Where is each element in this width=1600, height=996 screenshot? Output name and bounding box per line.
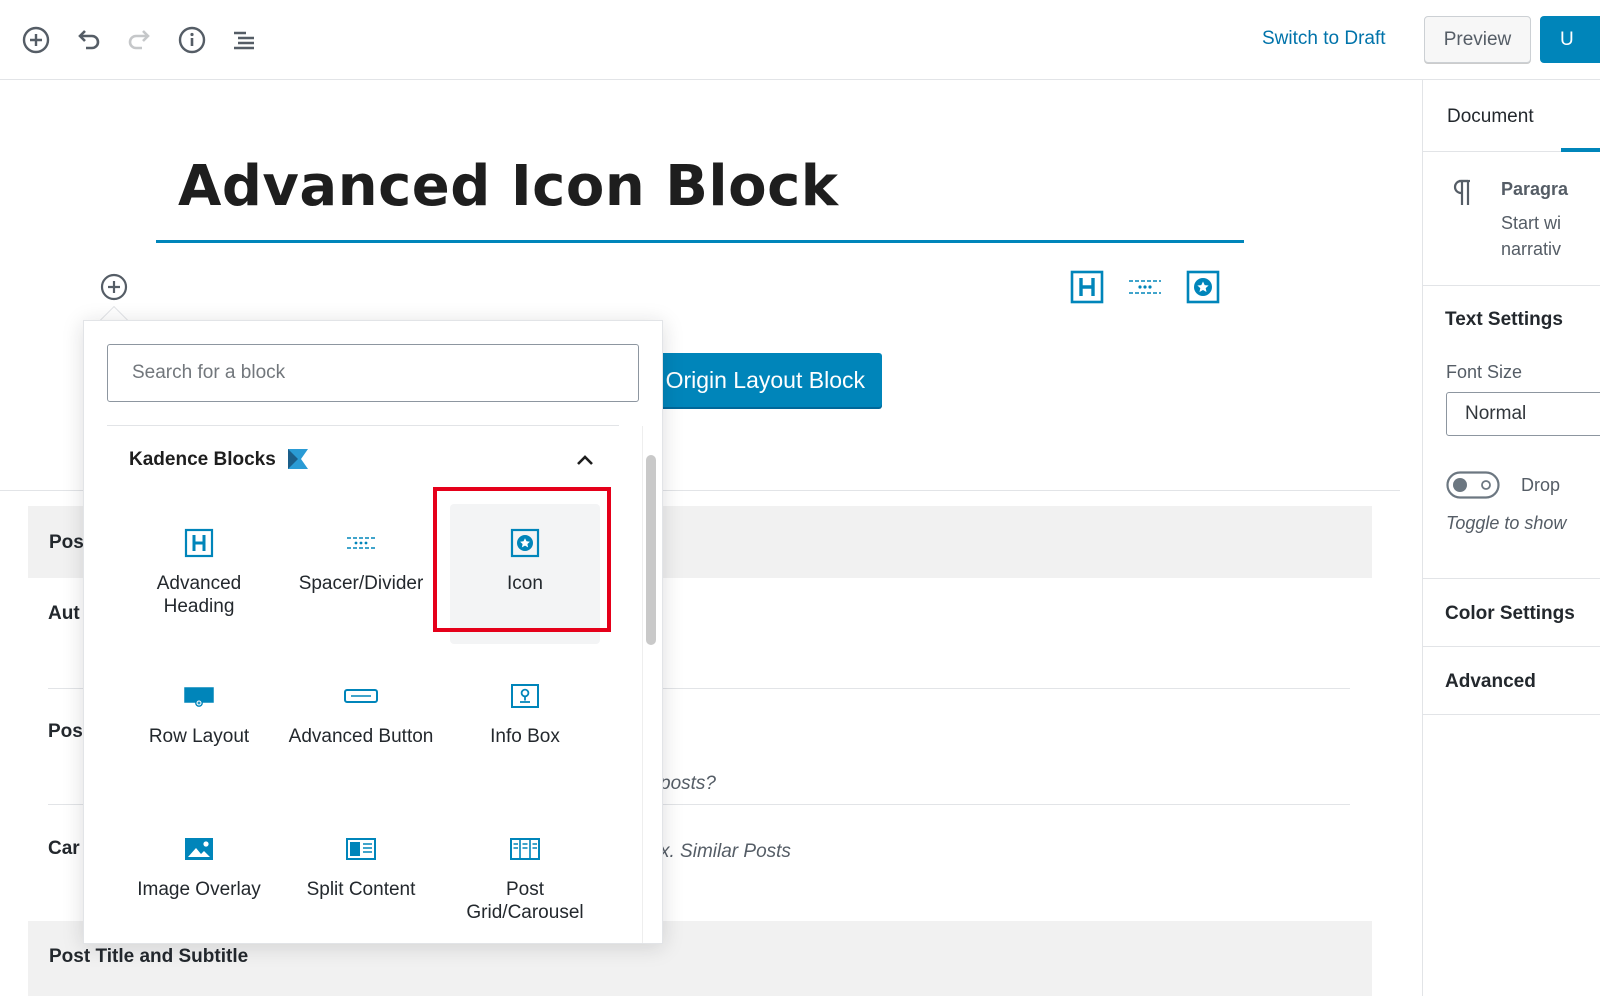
text-settings-panel-title[interactable]: Text Settings bbox=[1445, 309, 1563, 331]
paragraph-icon bbox=[1451, 178, 1477, 208]
split-content-icon bbox=[345, 832, 377, 866]
preview-button[interactable]: Preview bbox=[1424, 16, 1531, 63]
drop-cap-label: Drop bbox=[1521, 475, 1561, 495]
post-title[interactable]: Advanced Icon Block bbox=[178, 154, 839, 219]
drop-cap-toggle[interactable] bbox=[1446, 471, 1500, 499]
info-box-icon bbox=[509, 679, 541, 713]
block-info-box[interactable]: Info Box bbox=[450, 657, 600, 797]
drop-cap-hint: Toggle to show bbox=[1446, 513, 1567, 533]
sidebar-divider bbox=[1423, 646, 1600, 647]
meta-label-car: Car bbox=[48, 838, 80, 859]
block-image-overlay[interactable]: Image Overlay bbox=[124, 810, 274, 943]
block-advanced-button[interactable]: Advanced Button bbox=[286, 657, 436, 797]
block-row-layout[interactable]: Row Layout bbox=[124, 657, 274, 797]
meta-label-post-title-subtitle[interactable]: Post Title and Subtitle bbox=[49, 946, 248, 968]
advanced-panel-title[interactable]: Advanced bbox=[1445, 671, 1536, 693]
redo-icon[interactable] bbox=[122, 22, 158, 58]
inserter-scroll-track bbox=[642, 426, 643, 943]
undo-icon[interactable] bbox=[70, 22, 106, 58]
origin-layout-block-button[interactable]: Origin Layout Block bbox=[640, 353, 882, 407]
block-label: Info Box bbox=[490, 726, 560, 747]
block-search-input[interactable]: Search for a block bbox=[107, 344, 639, 402]
image-overlay-icon bbox=[183, 832, 215, 866]
meta-label-pos-2: Pos bbox=[48, 721, 83, 742]
info-icon[interactable] bbox=[174, 22, 210, 58]
inline-add-block-icon[interactable] bbox=[99, 272, 129, 302]
highlight-annotation-box bbox=[433, 487, 611, 632]
font-size-select[interactable]: Normal bbox=[1446, 392, 1600, 436]
block-label: Row Layout bbox=[148, 726, 250, 747]
settings-sidebar: Document Paragra Start wi narrativ Text … bbox=[1422, 80, 1600, 996]
heading-block-icon[interactable] bbox=[1070, 270, 1104, 304]
sidebar-divider bbox=[1423, 285, 1600, 286]
tab-document[interactable]: Document bbox=[1423, 80, 1600, 152]
meta-hint-similar-posts: x. Similar Posts bbox=[660, 841, 791, 862]
font-size-label: Font Size bbox=[1446, 362, 1523, 382]
editor-toolbar: Switch to Draft Preview U bbox=[0, 0, 1600, 80]
kadence-blocks-panel-title[interactable]: Kadence Blocks bbox=[129, 449, 276, 471]
block-inserter-popover: Search for a block Kadence Blocks Advanc… bbox=[83, 320, 663, 944]
sidebar-divider bbox=[1423, 714, 1600, 715]
block-card-title: Paragra bbox=[1501, 179, 1569, 199]
block-card-description: Start wi bbox=[1501, 213, 1562, 233]
sidebar-divider bbox=[1423, 578, 1600, 579]
block-spacer-divider[interactable]: Spacer/Divider bbox=[286, 504, 436, 644]
search-divider bbox=[107, 425, 619, 426]
switch-to-draft-link[interactable]: Switch to Draft bbox=[1262, 28, 1386, 50]
outline-list-icon[interactable] bbox=[226, 22, 262, 58]
icon-block-icon[interactable] bbox=[1186, 270, 1220, 304]
meta-label-pos: Pos bbox=[49, 532, 84, 553]
color-settings-panel-title[interactable]: Color Settings bbox=[1445, 603, 1575, 625]
block-split-content[interactable]: Split Content bbox=[286, 810, 436, 943]
block-label: Split Content bbox=[306, 879, 416, 900]
update-button[interactable]: U bbox=[1540, 16, 1600, 63]
tab-document-label: Document bbox=[1447, 106, 1534, 127]
active-tab-indicator bbox=[1561, 148, 1600, 152]
meta-hint-posts: posts? bbox=[660, 773, 716, 794]
collapse-chevron-up-icon[interactable] bbox=[574, 449, 596, 471]
meta-label-author: Aut bbox=[48, 603, 80, 624]
kadence-logo-icon bbox=[287, 448, 309, 470]
heading-block-icon bbox=[184, 526, 214, 560]
block-label: Advanced Button bbox=[288, 726, 434, 747]
add-block-icon[interactable] bbox=[18, 22, 54, 58]
block-label: Advanced Heading bbox=[156, 573, 242, 617]
block-advanced-heading[interactable]: Advanced Heading bbox=[124, 504, 274, 644]
row-layout-icon bbox=[183, 679, 215, 713]
block-label: Image Overlay bbox=[137, 879, 261, 900]
block-label: Post Grid/Carousel bbox=[466, 879, 584, 923]
block-post-grid-carousel[interactable]: Post Grid/Carousel bbox=[450, 810, 600, 943]
title-focus-underline bbox=[156, 240, 1244, 243]
block-label: Spacer/Divider bbox=[298, 573, 424, 594]
spacer-divider-icon bbox=[345, 526, 377, 560]
inserter-scrollbar[interactable] bbox=[646, 455, 656, 645]
advanced-button-icon bbox=[343, 679, 379, 713]
block-card-description-2: narrativ bbox=[1501, 239, 1562, 259]
spacer-divider-icon[interactable] bbox=[1127, 270, 1163, 304]
post-grid-icon bbox=[509, 832, 541, 866]
